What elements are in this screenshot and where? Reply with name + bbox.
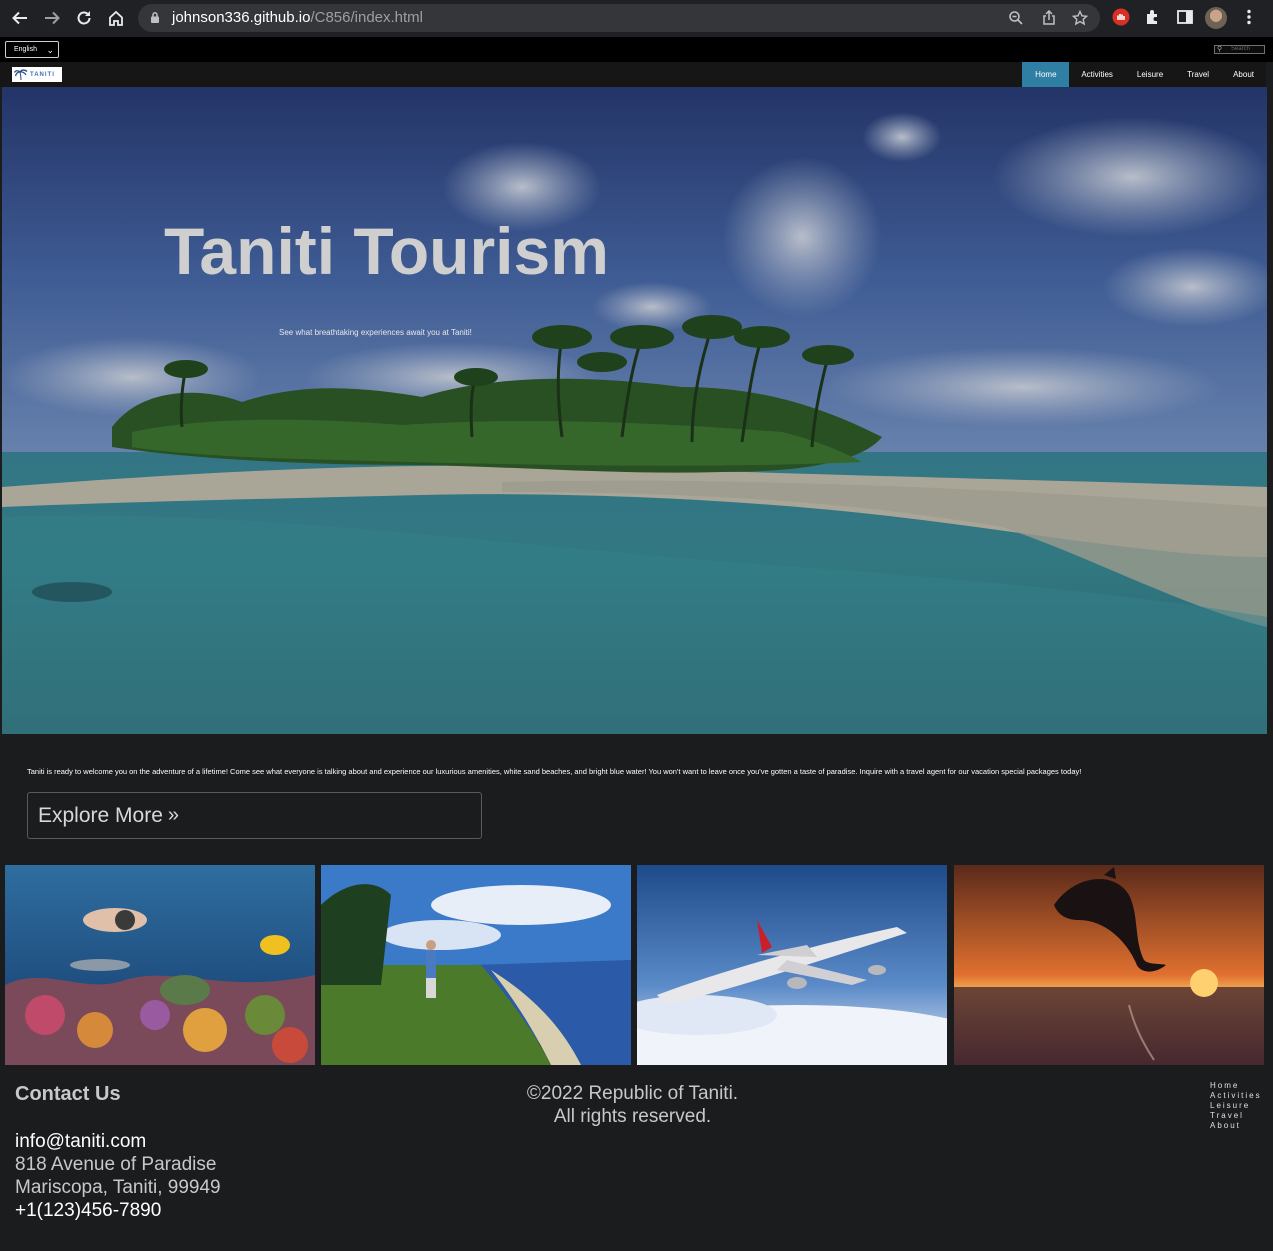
extensions-puzzle-icon[interactable] — [1144, 8, 1162, 26]
nav-activities[interactable]: Activities — [1069, 62, 1125, 87]
explore-more-button[interactable]: Explore More » — [27, 792, 482, 839]
profile-avatar[interactable] — [1205, 7, 1227, 29]
extension-stop-icon[interactable] — [1112, 8, 1130, 26]
golf-course-coast-photo[interactable] — [321, 865, 631, 1065]
site-navigation: TANITI Home Activities Leisure Travel Ab… — [0, 62, 1266, 87]
footer-link-home[interactable]: Home — [1210, 1081, 1262, 1091]
utility-bar: English ⌄ ⚲ Search — [0, 37, 1273, 62]
forward-arrow-icon[interactable] — [36, 2, 68, 34]
menu-kebab-icon[interactable] — [1242, 8, 1256, 26]
palm-tree-icon — [14, 69, 28, 80]
chevron-down-icon: ⌄ — [46, 45, 54, 55]
intro-text: Taniti is ready to welcome you on the ad… — [27, 767, 1082, 776]
language-value: English — [14, 46, 37, 53]
copyright: ©2022 Republic of Taniti. All rights res… — [455, 1082, 810, 1128]
zoom-icon[interactable] — [1008, 10, 1024, 26]
nav-travel[interactable]: Travel — [1175, 62, 1221, 87]
browser-toolbar: johnson336.github.io/C856/index.html — [0, 0, 1273, 37]
hero-subtitle: See what breathtaking experiences await … — [279, 328, 472, 337]
nav-links: Home Activities Leisure Travel About — [1022, 62, 1266, 87]
reload-icon[interactable] — [68, 2, 100, 34]
search-placeholder: Search — [1231, 46, 1251, 52]
dolphin-sunset-photo[interactable] — [954, 865, 1264, 1065]
hero-banner: Taniti Tourism See what breathtaking exp… — [2, 87, 1267, 734]
nav-about[interactable]: About — [1221, 62, 1266, 87]
footer-nav: Home Activities Leisure Travel About — [1210, 1081, 1262, 1131]
double-chevron-right-icon: » — [167, 804, 180, 826]
footer-link-leisure[interactable]: Leisure — [1210, 1101, 1262, 1111]
tropical-island-photo — [2, 87, 1267, 734]
search-icon: ⚲ — [1217, 46, 1223, 53]
logo-text: TANITI — [30, 71, 55, 78]
footer-link-travel[interactable]: Travel — [1210, 1111, 1262, 1121]
bookmark-star-icon[interactable] — [1072, 10, 1088, 26]
airplane-flight-photo[interactable] — [637, 865, 947, 1065]
share-icon[interactable] — [1041, 10, 1057, 26]
nav-home[interactable]: Home — [1022, 62, 1070, 87]
taniti-logo[interactable]: TANITI — [12, 67, 62, 82]
contact-title: Contact Us — [15, 1083, 121, 1105]
side-panel-icon[interactable] — [1176, 8, 1194, 26]
url-host: johnson336.github.io — [172, 9, 311, 26]
lock-icon — [151, 12, 159, 23]
explore-more-label: Explore More — [38, 803, 163, 827]
url-path: /C856/index.html — [310, 9, 424, 26]
back-arrow-icon[interactable] — [4, 2, 36, 34]
copyright-line1: ©2022 Republic of Taniti. — [526, 1083, 739, 1104]
nav-leisure[interactable]: Leisure — [1125, 62, 1175, 87]
contact-address-line2: Mariscopa, Taniti, 99949 — [15, 1177, 221, 1198]
copyright-line2: All rights reserved. — [553, 1106, 712, 1127]
photo-gallery — [5, 865, 1264, 1065]
search-input[interactable]: ⚲ Search — [1214, 45, 1265, 54]
snorkeling-reef-photo[interactable] — [5, 865, 315, 1065]
address-bar[interactable]: johnson336.github.io/C856/index.html — [138, 4, 1100, 32]
home-icon[interactable] — [100, 2, 132, 34]
footer-link-about[interactable]: About — [1210, 1121, 1262, 1131]
url-text: johnson336.github.io/C856/index.html — [172, 9, 423, 26]
contact-email[interactable]: info@taniti.com — [15, 1131, 146, 1153]
contact-phone[interactable]: +1(123)456-7890 — [15, 1200, 161, 1222]
contact-address-line1: 818 Avenue of Paradise — [15, 1154, 217, 1175]
language-select[interactable]: English ⌄ — [5, 41, 59, 58]
footer-link-activities[interactable]: Activities — [1210, 1091, 1262, 1101]
hero-title: Taniti Tourism — [164, 214, 609, 288]
